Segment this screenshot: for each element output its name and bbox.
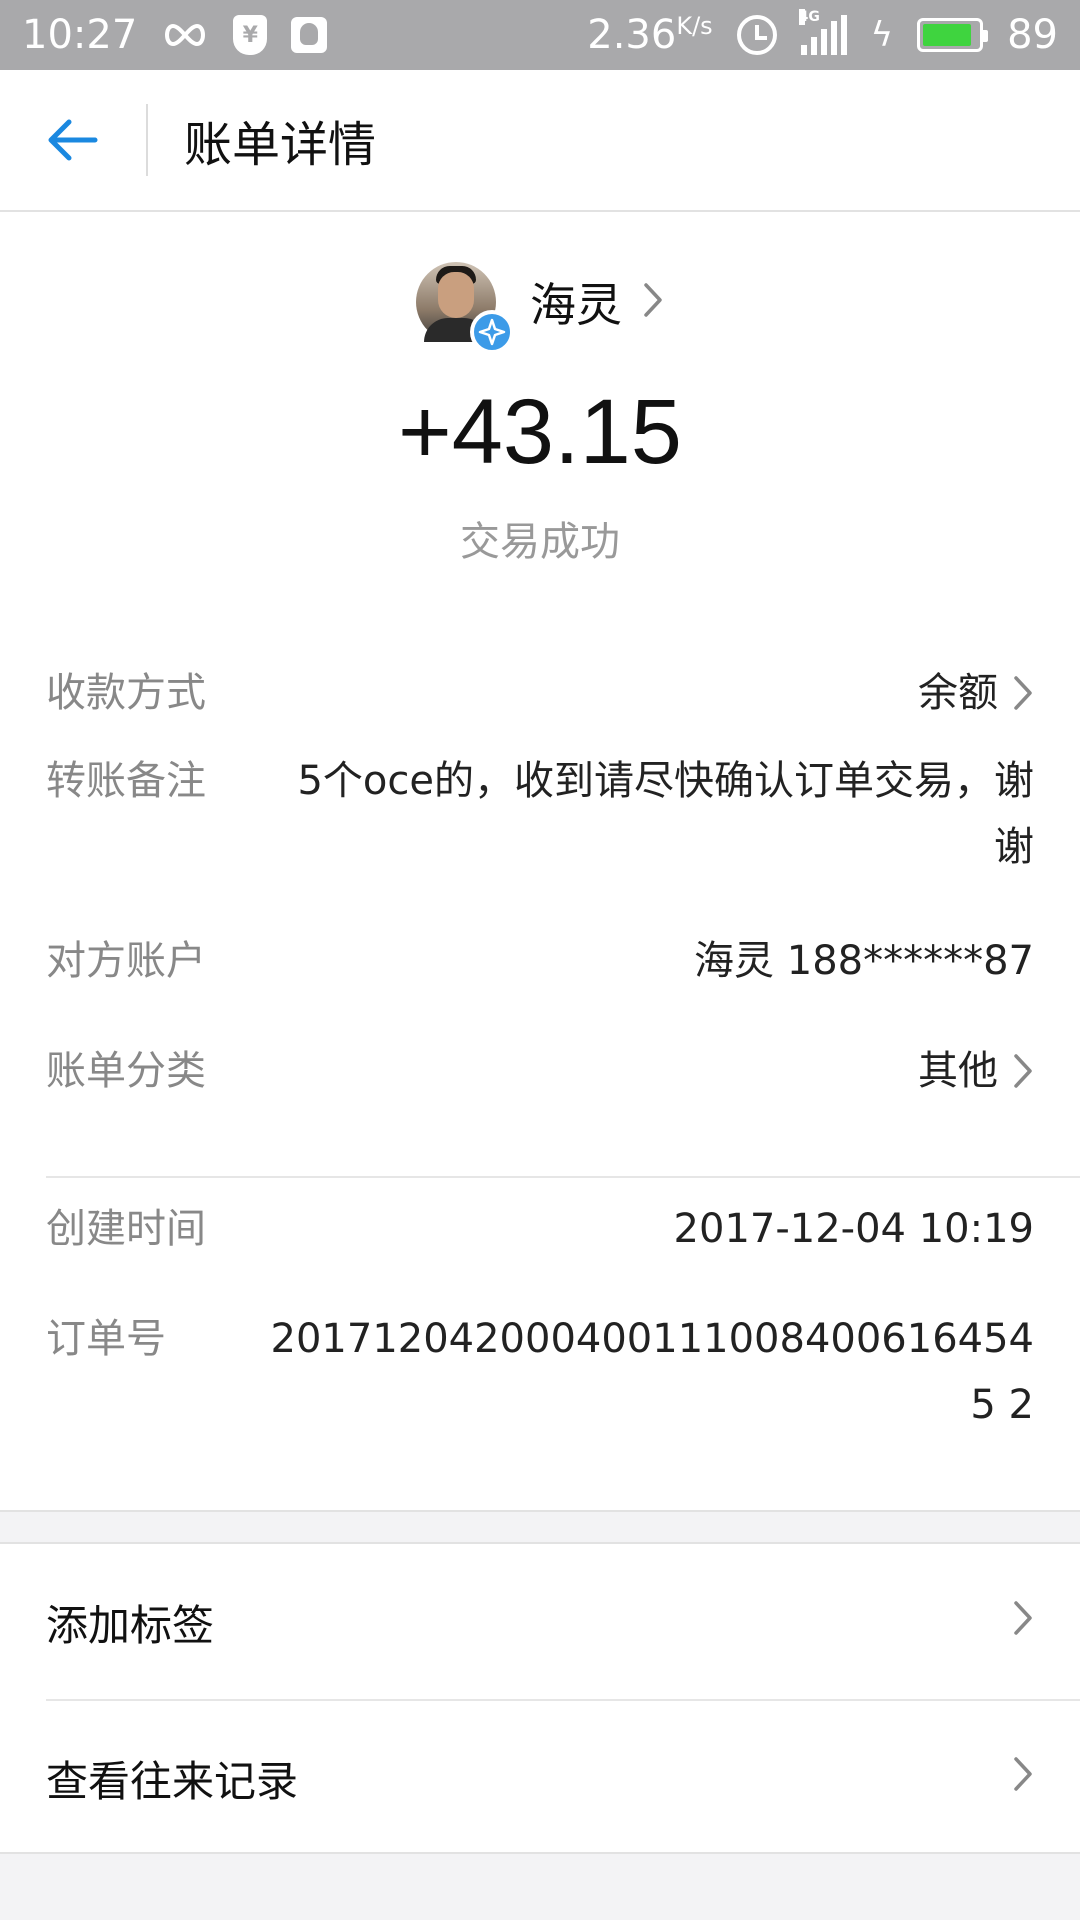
app-header: 账单详情 bbox=[0, 70, 1080, 212]
row-value: 其他 bbox=[918, 1048, 998, 1094]
status-time: 10:27 bbox=[22, 12, 138, 58]
infinity-icon bbox=[161, 22, 209, 48]
qq-icon bbox=[291, 17, 328, 53]
chevron-right-icon bbox=[1012, 1598, 1034, 1647]
row-payment-method[interactable]: 收款方式 余额 bbox=[46, 660, 1034, 726]
chevron-right-icon bbox=[642, 281, 664, 323]
battery-fill bbox=[923, 24, 972, 46]
action-list: 添加标签 查看往来记录 bbox=[0, 1542, 1080, 1854]
chevron-right-icon bbox=[1012, 1754, 1034, 1803]
row-transfer-note: 转账备注 5个oce的，收到请尽快确认订单交易，谢谢 bbox=[46, 748, 1034, 880]
row-value: 2017120420004001110084006164545 2 bbox=[270, 1316, 1034, 1428]
row-label: 订单号 bbox=[46, 1316, 166, 1362]
back-button[interactable] bbox=[0, 70, 146, 210]
row-label: 转账备注 bbox=[46, 758, 206, 804]
back-arrow-icon bbox=[48, 119, 98, 161]
charging-icon: ϟ bbox=[870, 15, 894, 55]
action-label: 查看往来记录 bbox=[46, 1756, 299, 1806]
add-tag-button[interactable]: 添加标签 bbox=[0, 1544, 1080, 1700]
network-speed: 2.36K/s bbox=[587, 12, 713, 58]
row-label: 收款方式 bbox=[46, 670, 206, 716]
battery-icon bbox=[917, 18, 989, 52]
row-value: 余额 bbox=[918, 670, 998, 716]
section-divider bbox=[46, 1176, 1080, 1178]
view-history-button[interactable]: 查看往来记录 bbox=[0, 1700, 1080, 1856]
verified-badge-icon bbox=[470, 310, 514, 354]
header-divider bbox=[146, 104, 148, 176]
action-label: 添加标签 bbox=[46, 1600, 215, 1650]
status-bar: 10:27 ¥ 2.36K/s 4G ϟ 89 bbox=[0, 0, 1080, 70]
signal-icon: 4G bbox=[798, 9, 847, 55]
page-title: 账单详情 bbox=[184, 117, 377, 173]
transaction-amount: +43.15 bbox=[398, 381, 682, 483]
shield-yen-icon: ¥ bbox=[233, 15, 268, 55]
row-order-number: 订单号 2017120420004001110084006164545 2 bbox=[46, 1306, 1034, 1438]
row-counterparty-account: 对方账户 海灵 188******87 bbox=[46, 928, 1034, 994]
row-label: 创建时间 bbox=[46, 1206, 206, 1252]
bill-detail-card: 海灵 +43.15 交易成功 收款方式 余额 转账备注 5个oce的，收到请尽快… bbox=[0, 212, 1080, 1512]
battery-percent: 89 bbox=[1007, 12, 1058, 58]
row-bill-category[interactable]: 账单分类 其他 bbox=[46, 1038, 1034, 1104]
chevron-right-icon bbox=[1012, 1052, 1034, 1090]
payee-name: 海灵 bbox=[530, 278, 622, 332]
row-label: 对方账户 bbox=[46, 938, 206, 984]
row-value: 2017-12-04 10:19 bbox=[673, 1206, 1034, 1252]
row-value: 海灵 188******87 bbox=[694, 938, 1034, 984]
payee-link[interactable]: 海灵 bbox=[0, 252, 1080, 354]
avatar bbox=[416, 262, 514, 354]
row-created-time: 创建时间 2017-12-04 10:19 bbox=[46, 1196, 1034, 1262]
alarm-icon bbox=[736, 15, 777, 55]
transaction-status: 交易成功 bbox=[460, 519, 620, 565]
row-value: 5个oce的，收到请尽快确认订单交易，谢谢 bbox=[297, 758, 1034, 870]
row-label: 账单分类 bbox=[46, 1048, 206, 1094]
chevron-right-icon bbox=[1012, 674, 1034, 712]
